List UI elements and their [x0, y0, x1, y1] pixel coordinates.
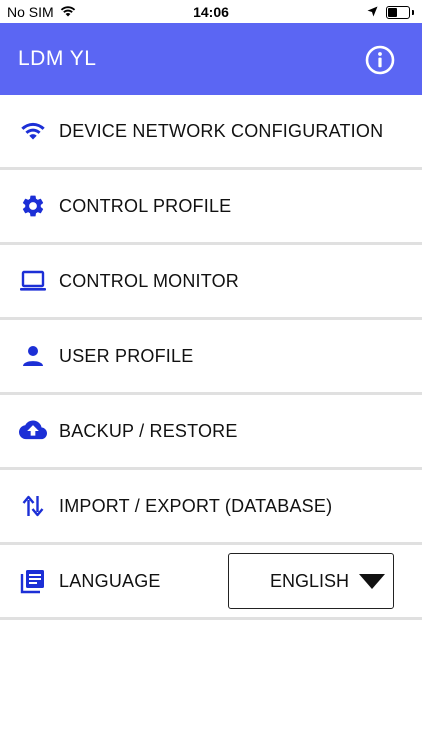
menu-item-import-export[interactable]: IMPORT / EXPORT (DATABASE) [0, 470, 422, 545]
settings-menu: DEVICE NETWORK CONFIGURATION CONTROL PRO… [0, 95, 422, 620]
menu-item-label: CONTROL PROFILE [59, 195, 232, 216]
battery-icon [386, 5, 410, 19]
menu-item-label: BACKUP / RESTORE [59, 420, 238, 441]
menu-item-backup-restore[interactable]: BACKUP / RESTORE [0, 395, 422, 470]
location-arrow-icon [367, 4, 378, 20]
menu-item-device-network-configuration[interactable]: DEVICE NETWORK CONFIGURATION [0, 95, 422, 170]
swap-vertical-icon [19, 492, 47, 520]
menu-item-control-monitor[interactable]: CONTROL MONITOR [0, 245, 422, 320]
info-icon [365, 45, 395, 75]
laptop-icon [19, 267, 47, 295]
gear-icon [19, 192, 47, 220]
status-bar: No SIM 14:06 [0, 0, 422, 23]
menu-item-label: CONTROL MONITOR [59, 270, 240, 291]
menu-item-label: LANGUAGE [59, 570, 161, 591]
menu-item-control-profile[interactable]: CONTROL PROFILE [0, 170, 422, 245]
menu-item-label: USER PROFILE [59, 345, 194, 366]
status-time: 14:06 [193, 4, 229, 20]
menu-item-user-profile[interactable]: USER PROFILE [0, 320, 422, 395]
app-bar: LDM YL [0, 23, 422, 95]
menu-item-label: DEVICE NETWORK CONFIGURATION [59, 120, 384, 141]
info-button[interactable] [365, 45, 395, 75]
menu-item-label: IMPORT / EXPORT (DATABASE) [59, 495, 333, 516]
language-select-value: ENGLISH [269, 571, 349, 591]
person-icon [19, 342, 47, 370]
cloud-upload-icon [19, 417, 47, 445]
menu-item-language: LANGUAGE ENGLISH [0, 545, 422, 620]
library-books-icon [19, 567, 47, 595]
app-title: LDM YL [18, 47, 97, 70]
wifi-icon [19, 117, 47, 145]
language-select[interactable]: ENGLISH [228, 553, 394, 609]
caret-down-icon [359, 574, 385, 589]
